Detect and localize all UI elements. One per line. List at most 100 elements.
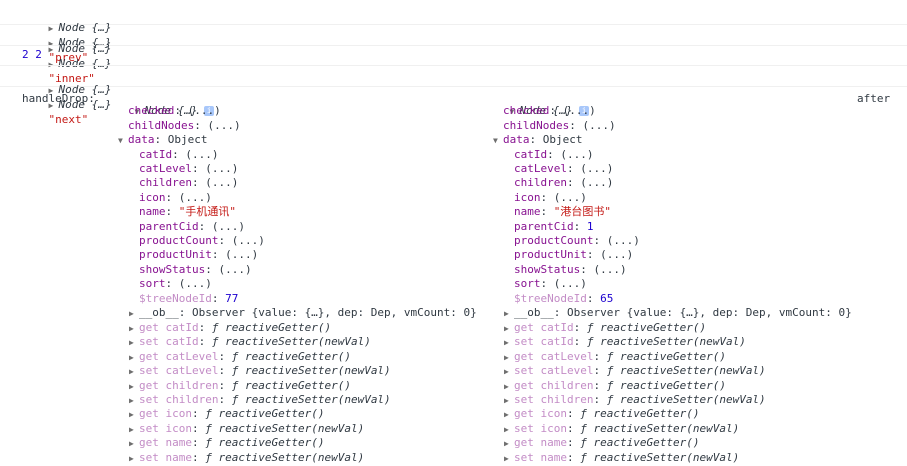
function-symbol: ƒ xyxy=(205,421,212,435)
accessor-get-catId[interactable]: ▶ get catId: ƒ reactiveGetter() xyxy=(129,321,331,336)
expand-triangle-icon[interactable]: ▶ xyxy=(504,437,514,451)
collapsed-value[interactable]: (...) xyxy=(560,148,593,161)
collapsed-value[interactable]: (...) xyxy=(179,277,212,290)
field-catLevel: catLevel xyxy=(139,162,192,175)
expand-triangle-icon[interactable]: ▶ xyxy=(129,307,139,321)
prop-childNodes: childNodes xyxy=(128,119,195,132)
expand-triangle-icon[interactable]: ▶ xyxy=(129,408,139,422)
accessor-set-catId[interactable]: ▶ set catId: ƒ reactiveSetter(newVal) xyxy=(129,335,371,350)
accessor-kind: set xyxy=(139,364,159,378)
field-name-value: "手机通讯" xyxy=(178,205,236,218)
expand-triangle-icon[interactable]: ▶ xyxy=(504,307,514,321)
expand-triangle-icon[interactable]: ▶ xyxy=(129,380,139,394)
accessor-key: name xyxy=(540,436,568,450)
function-symbol: ƒ xyxy=(205,450,212,464)
collapsed-value[interactable]: (...) xyxy=(205,176,238,189)
collapsed-value[interactable]: (...) xyxy=(179,191,212,204)
accessor-key: catId xyxy=(165,335,199,349)
accessor-set-name[interactable]: ▶ set name: ƒ reactiveSetter(newVal) xyxy=(504,451,739,466)
collapsed-value[interactable]: (...) xyxy=(580,176,613,189)
collapsed-value[interactable]: (...) xyxy=(207,119,240,132)
expand-triangle-icon[interactable]: ▶ xyxy=(504,380,514,394)
accessor-set-children[interactable]: ▶ set children: ƒ reactiveSetter(newVal) xyxy=(504,393,766,408)
collapsed-value[interactable]: (...) xyxy=(607,234,640,247)
data-type: Object xyxy=(542,133,583,146)
expand-triangle-icon[interactable]: ▶ xyxy=(129,394,139,408)
accessor-fn: reactiveGetter() xyxy=(619,378,726,392)
collapse-triangle-icon[interactable]: ▼ xyxy=(493,134,503,148)
accessor-set-name[interactable]: ▶ set name: ƒ reactiveSetter(newVal) xyxy=(129,451,364,466)
accessor-set-icon[interactable]: ▶ set icon: ƒ reactiveSetter(newVal) xyxy=(504,422,739,437)
expand-triangle-icon[interactable]: ▶ xyxy=(504,365,514,379)
expand-triangle-icon[interactable]: ▶ xyxy=(504,351,514,365)
expand-triangle-icon[interactable]: ▶ xyxy=(129,423,139,437)
collapsed-value[interactable]: (...) xyxy=(185,148,218,161)
expand-triangle-icon[interactable]: ▶ xyxy=(504,408,514,422)
accessor-key: children xyxy=(540,393,594,406)
accessor-fn: reactiveSetter(newVal) xyxy=(593,421,740,435)
accessor-fn: reactiveGetter() xyxy=(593,436,700,450)
accessor-get-icon[interactable]: ▶ get icon: ƒ reactiveGetter() xyxy=(129,407,324,422)
field-showStatus: showStatus xyxy=(139,263,206,276)
observer-entry[interactable]: __ob__: Observer {value: {…}, dep: Dep, … xyxy=(139,306,477,319)
expand-triangle-icon[interactable]: ▶ xyxy=(504,336,514,350)
prop-data[interactable]: data xyxy=(128,133,155,146)
expand-triangle-icon[interactable]: ▶ xyxy=(129,351,139,365)
expand-triangle-icon[interactable]: ▶ xyxy=(129,322,139,336)
accessor-set-children[interactable]: ▶ set children: ƒ reactiveSetter(newVal) xyxy=(129,393,391,408)
accessor-get-catLevel[interactable]: ▶ get catLevel: ƒ reactiveGetter() xyxy=(129,350,351,365)
collapsed-value[interactable]: (...) xyxy=(232,234,265,247)
accessor-kind: set xyxy=(514,450,534,464)
expand-triangle-icon[interactable]: ▶ xyxy=(504,394,514,408)
accessor-get-children[interactable]: ▶ get children: ƒ reactiveGetter() xyxy=(129,379,351,394)
function-symbol: ƒ xyxy=(231,378,239,392)
expand-triangle-icon[interactable]: ▶ xyxy=(129,452,139,466)
expand-triangle-icon[interactable]: ▶ xyxy=(504,423,514,437)
function-symbol: ƒ xyxy=(231,364,239,378)
collapsed-value[interactable]: (...) xyxy=(580,162,613,175)
accessor-get-catId[interactable]: ▶ get catId: ƒ reactiveGetter() xyxy=(504,321,706,336)
collapse-triangle-icon[interactable]: ▼ xyxy=(118,134,128,148)
accessor-fn: reactiveSetter(newVal) xyxy=(593,450,740,464)
accessor-key: catLevel xyxy=(165,364,219,378)
field-parentCid: parentCid xyxy=(139,220,199,233)
observer-entry[interactable]: __ob__: Observer {value: {…}, dep: Dep, … xyxy=(514,306,852,319)
accessor-get-name[interactable]: ▶ get name: ƒ reactiveGetter() xyxy=(129,436,324,451)
expand-triangle-icon[interactable]: ▶ xyxy=(504,322,514,336)
prop-data[interactable]: data xyxy=(503,133,530,146)
collapsed-value[interactable]: (...) xyxy=(554,277,587,290)
accessor-get-name[interactable]: ▶ get name: ƒ reactiveGetter() xyxy=(504,436,699,451)
accessor-set-icon[interactable]: ▶ set icon: ƒ reactiveSetter(newVal) xyxy=(129,422,364,437)
field-productCount: productCount xyxy=(139,234,219,247)
field-name-value: "港台图书" xyxy=(553,205,611,218)
expand-triangle-icon[interactable]: ▶ xyxy=(129,365,139,379)
accessor-set-catLevel[interactable]: ▶ set catLevel: ƒ reactiveSetter(newVal) xyxy=(129,364,391,379)
accessor-key: catId xyxy=(165,321,199,334)
function-symbol: ƒ xyxy=(586,335,594,349)
collapsed-value[interactable]: (...) xyxy=(225,248,258,261)
accessor-get-children[interactable]: ▶ get children: ƒ reactiveGetter() xyxy=(504,379,726,394)
accessor-kind: get xyxy=(514,321,534,334)
accessor-fn: reactiveSetter(newVal) xyxy=(225,335,371,349)
expand-triangle-icon[interactable]: ▶ xyxy=(129,336,139,350)
expand-triangle-icon[interactable]: ▶ xyxy=(504,452,514,466)
field-parentCid-value[interactable]: (...) xyxy=(212,220,245,233)
collapsed-value[interactable]: (...) xyxy=(218,263,251,276)
accessor-set-catId[interactable]: ▶ set catId: ƒ reactiveSetter(newVal) xyxy=(504,335,746,350)
accessor-key: catLevel xyxy=(540,349,594,363)
accessor-get-catLevel[interactable]: ▶ get catLevel: ƒ reactiveGetter() xyxy=(504,350,726,365)
collapsed-value[interactable]: (...) xyxy=(600,248,633,261)
collapsed-value[interactable]: (...) xyxy=(582,119,615,132)
accessor-get-icon[interactable]: ▶ get icon: ƒ reactiveGetter() xyxy=(504,407,699,422)
expand-triangle-icon[interactable]: ▶ xyxy=(129,437,139,451)
collapsed-value[interactable]: (...) xyxy=(188,104,221,117)
collapsed-value[interactable]: (...) xyxy=(554,191,587,204)
collapsed-value[interactable]: (...) xyxy=(205,162,238,175)
collapsed-value[interactable]: (...) xyxy=(593,263,626,276)
accessor-fn: reactiveGetter() xyxy=(593,407,700,421)
accessor-set-catLevel[interactable]: ▶ set catLevel: ƒ reactiveSetter(newVal) xyxy=(504,364,766,379)
data-type: Object xyxy=(167,133,208,146)
accessor-key: catId xyxy=(540,335,574,349)
collapsed-value[interactable]: (...) xyxy=(563,104,596,117)
accessor-fn: reactiveGetter() xyxy=(225,321,332,334)
